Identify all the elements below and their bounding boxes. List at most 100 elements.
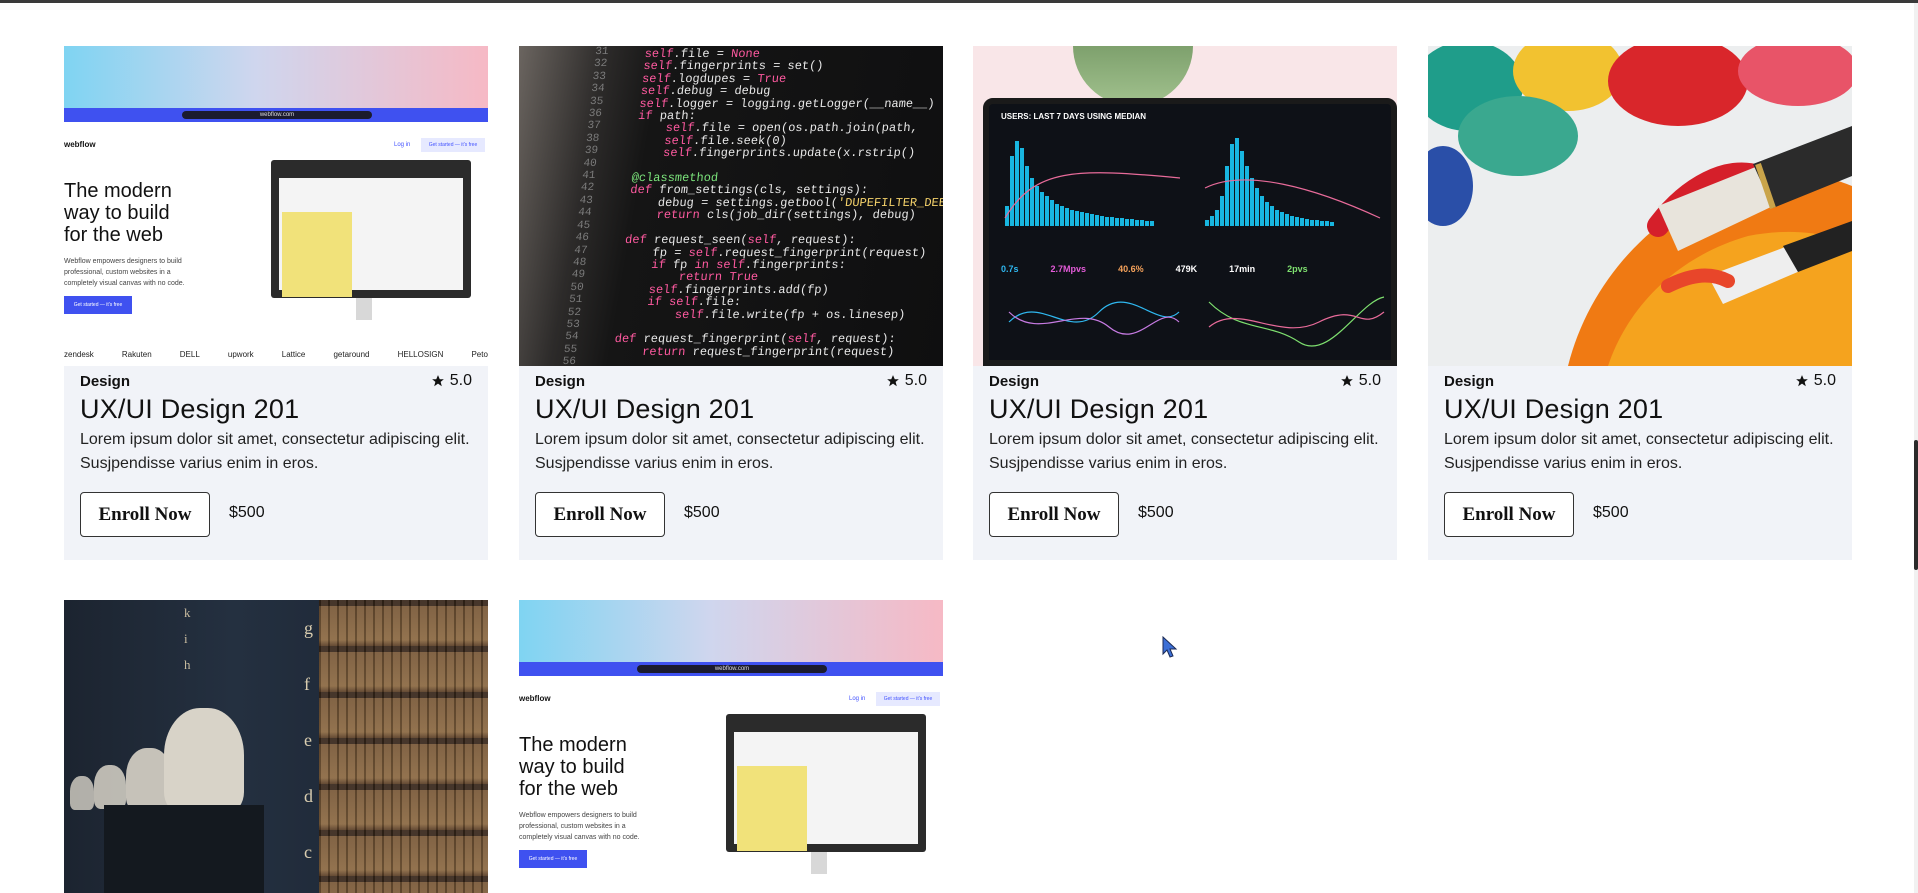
course-price: $500 bbox=[1138, 504, 1174, 521]
webflow-logo-row: zendesk Rakuten DELL upwork Lattice getaround… bbox=[64, 350, 488, 359]
kpi: 479K bbox=[1175, 264, 1198, 274]
webflow-hero: The modern way to build for the web bbox=[519, 734, 627, 800]
webflow-get-started: Get started — it's free bbox=[421, 138, 485, 152]
dashboard-line-charts bbox=[1008, 296, 1385, 347]
bust-statue bbox=[164, 708, 244, 813]
webflow-sub: Webflow empowers designers to build prof… bbox=[64, 258, 185, 287]
brand-logo: zendesk bbox=[64, 350, 94, 359]
webflow-gradient bbox=[519, 600, 943, 662]
course-price: $500 bbox=[229, 504, 265, 521]
webflow-login: Log in bbox=[394, 142, 411, 148]
books bbox=[319, 600, 488, 893]
kpi: 2.7Mpvs bbox=[1050, 264, 1087, 274]
paint-illustration bbox=[1428, 46, 1852, 366]
course-category: Design bbox=[989, 372, 1040, 390]
webflow-artwork bbox=[737, 766, 807, 851]
star-icon bbox=[1340, 375, 1353, 387]
course-rating: 5.0 bbox=[1340, 372, 1381, 390]
histogram-left bbox=[995, 128, 1185, 246]
kpi: 0.7s bbox=[1001, 264, 1019, 274]
webflow-body: webflow Log in Get started — it's free T… bbox=[64, 122, 488, 366]
dashboard-title: USERS: LAST 7 DAYS USING MEDIAN bbox=[1001, 112, 1147, 121]
pedestal bbox=[104, 805, 264, 893]
course-card: webflow.com webflow Log in Get started —… bbox=[64, 46, 488, 560]
webflow-monitor-stand bbox=[356, 298, 372, 320]
enroll-now-button[interactable]: Enroll Now bbox=[535, 492, 665, 537]
course-title: UX/UI Design 201 bbox=[1444, 394, 1664, 424]
webflow-url: webflow.com bbox=[182, 111, 372, 119]
webflow-gradient bbox=[64, 46, 488, 108]
webflow-cta: Get started — it's free bbox=[519, 850, 587, 868]
webflow-body: webflow Log in Get started — it's free T… bbox=[519, 676, 943, 893]
scrollbar-thumb[interactable] bbox=[1914, 440, 1918, 570]
bust-statue bbox=[94, 765, 126, 809]
course-price: $500 bbox=[1593, 504, 1629, 521]
star-icon bbox=[1795, 375, 1808, 387]
brand-logo: Rakuten bbox=[121, 350, 152, 359]
brand-logo: getaround bbox=[333, 350, 370, 359]
star-icon bbox=[886, 375, 899, 387]
webflow-logo: webflow bbox=[64, 140, 96, 149]
mouse-cursor-icon bbox=[1162, 636, 1178, 658]
histogram-right bbox=[1195, 128, 1385, 246]
browser-top-edge bbox=[0, 0, 1918, 3]
course-card: webflow.com webflow Log in Get started —… bbox=[519, 600, 943, 893]
webflow-monitor-stand bbox=[811, 852, 827, 874]
brand-logo: HELLOSIGN bbox=[397, 350, 444, 359]
webflow-login: Log in bbox=[849, 696, 866, 702]
rating-value: 5.0 bbox=[449, 372, 472, 389]
column-letters: kih bbox=[184, 605, 191, 672]
webflow-get-started: Get started — it's free bbox=[876, 692, 940, 706]
course-title: UX/UI Design 201 bbox=[989, 394, 1209, 424]
course-category: Design bbox=[535, 372, 586, 390]
course-title: UX/UI Design 201 bbox=[80, 394, 300, 424]
course-title: UX/UI Design 201 bbox=[535, 394, 755, 424]
bust-statue bbox=[70, 776, 94, 810]
course-category: Design bbox=[1444, 372, 1495, 390]
course-rating: 5.0 bbox=[1795, 372, 1836, 390]
course-image-library[interactable]: gfedc kih bbox=[64, 600, 488, 893]
course-description: Lorem ipsum dolor sit amet, consectetur … bbox=[989, 431, 1379, 472]
dashboard-kpis: 0.7s 2.7Mpvs 40.6% 479K 17min 2pvs bbox=[1001, 264, 1308, 274]
course-rating: 5.0 bbox=[431, 372, 472, 390]
kpi: 2pvs bbox=[1287, 264, 1308, 274]
enroll-now-button[interactable]: Enroll Now bbox=[1444, 492, 1574, 537]
bust-statue bbox=[126, 748, 172, 810]
course-price: $500 bbox=[684, 504, 720, 521]
course-card: USERS: LAST 7 DAYS USING MEDIAN 0.7s 2.7… bbox=[973, 46, 1397, 560]
webflow-hero: The modern way to build for the web bbox=[64, 180, 172, 246]
course-description: Lorem ipsum dolor sit amet, consectetur … bbox=[535, 431, 925, 472]
course-description: Lorem ipsum dolor sit amet, consectetur … bbox=[80, 431, 470, 472]
code-text: self.file = None self.fingerprints = set… bbox=[612, 47, 943, 359]
brand-logo: Lattice bbox=[281, 350, 306, 359]
course-image-webflow[interactable]: webflow.com webflow Log in Get started —… bbox=[519, 600, 943, 893]
course-image-webflow[interactable]: webflow.com webflow Log in Get started —… bbox=[64, 46, 488, 366]
course-category: Design bbox=[80, 372, 131, 390]
analytics-laptop-screen: USERS: LAST 7 DAYS USING MEDIAN 0.7s 2.7… bbox=[983, 98, 1397, 366]
course-description: Lorem ipsum dolor sit amet, consectetur … bbox=[1444, 431, 1834, 472]
course-card: gfedc kih bbox=[64, 600, 488, 893]
star-icon bbox=[431, 375, 444, 387]
webflow-url: webflow.com bbox=[637, 665, 827, 673]
shelf-letters: gfedc bbox=[304, 618, 313, 862]
course-rating: 5.0 bbox=[886, 372, 927, 390]
rating-value: 5.0 bbox=[1358, 372, 1381, 389]
kpi: 17min bbox=[1229, 264, 1256, 274]
course-card: 31 32 33 34 35 36 37 38 39 40 41 42 43 44 45 46 47 48 49 50… bbox=[519, 46, 943, 560]
webflow-artwork bbox=[282, 212, 352, 297]
course-image-paint[interactable] bbox=[1428, 46, 1852, 366]
webflow-sub: Webflow empowers designers to build prof… bbox=[519, 812, 640, 841]
rating-value: 5.0 bbox=[1813, 372, 1836, 389]
rating-value: 5.0 bbox=[904, 372, 927, 389]
kpi: 40.6% bbox=[1118, 264, 1144, 274]
enroll-now-button[interactable]: Enroll Now bbox=[80, 492, 210, 537]
brand-logo: DELL bbox=[179, 350, 200, 359]
course-image-analytics[interactable]: USERS: LAST 7 DAYS USING MEDIAN 0.7s 2.7… bbox=[973, 46, 1397, 366]
brand-logo: upwork bbox=[227, 350, 254, 359]
brand-logo: Peto bbox=[471, 350, 488, 359]
course-image-code[interactable]: 31 32 33 34 35 36 37 38 39 40 41 42 43 44 45 46 47 48 49 50… bbox=[519, 46, 943, 366]
webflow-logo: webflow bbox=[519, 694, 551, 703]
webflow-cta: Get started — it's free bbox=[64, 296, 132, 314]
enroll-now-button[interactable]: Enroll Now bbox=[989, 492, 1119, 537]
course-card: Design 5.0 UX/UI Design 201 Lorem ipsum … bbox=[1428, 46, 1852, 560]
